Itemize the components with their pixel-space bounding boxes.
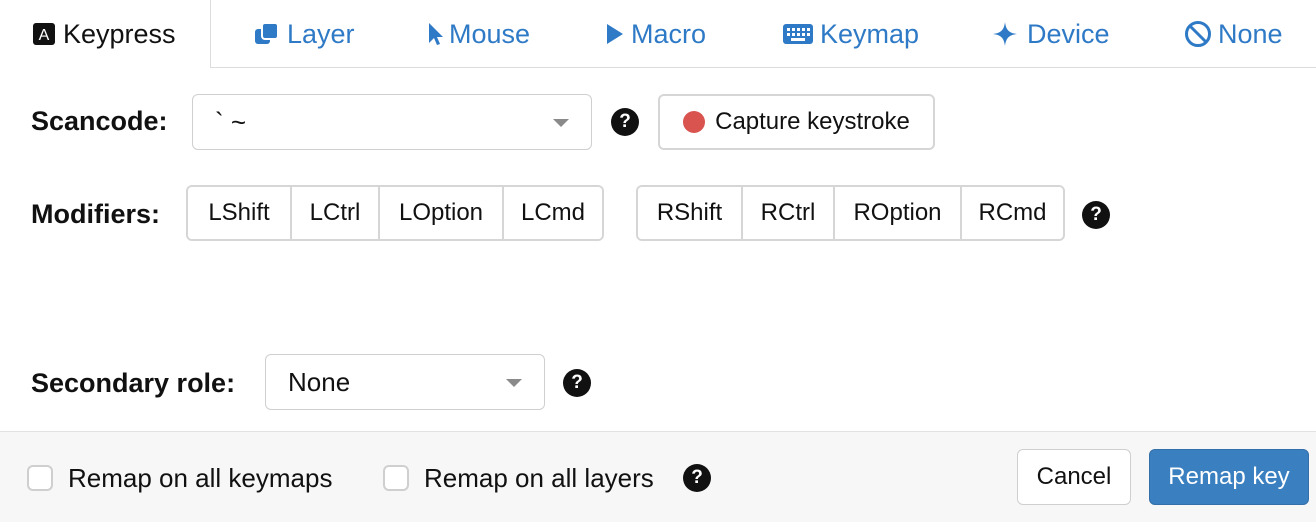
sparkle-icon [992, 21, 1018, 47]
tab-label: Mouse [449, 18, 531, 49]
secondary-role-value: None [288, 366, 351, 397]
tab-label: Keymap [820, 18, 920, 49]
modifiers-label: Modifiers: [31, 199, 161, 229]
cancel-button[interactable]: Cancel [1017, 449, 1131, 505]
secondary-role-label: Secondary role: [31, 368, 236, 398]
tab-label: Layer [287, 18, 355, 49]
tab-macro[interactable]: Macro [605, 0, 706, 68]
tab-mouse[interactable]: Mouse [427, 0, 530, 68]
modifier-lshift-button[interactable]: LShift [188, 187, 292, 239]
keyboard-icon [782, 23, 814, 45]
modifier-roption-button[interactable]: ROption [835, 187, 962, 239]
layer-icon [254, 21, 280, 47]
ban-icon [1184, 20, 1212, 48]
scancode-select[interactable]: ` ~ [192, 94, 592, 150]
scancode-label: Scancode: [31, 106, 168, 136]
play-icon [605, 22, 625, 46]
remap-all-keymaps-label: Remap on all keymaps [68, 463, 333, 493]
remap-layers-help-icon[interactable]: ? [683, 464, 711, 492]
tab-keypress[interactable]: A Keypress [0, 0, 211, 68]
modifier-lctrl-button[interactable]: LCtrl [292, 187, 380, 239]
remap-all-layers-label: Remap on all layers [424, 463, 654, 493]
modifier-rshift-button[interactable]: RShift [638, 187, 743, 239]
tab-label: None [1218, 18, 1283, 49]
modifier-lcmd-button[interactable]: LCmd [504, 187, 602, 239]
modifier-loption-button[interactable]: LOption [380, 187, 504, 239]
modifiers-help-icon[interactable]: ? [1082, 201, 1110, 229]
modifier-rcmd-button[interactable]: RCmd [962, 187, 1063, 239]
tab-label: Device [1027, 18, 1110, 49]
left-modifiers-group: LShift LCtrl LOption LCmd [186, 185, 604, 241]
tab-keymap[interactable]: Keymap [782, 0, 919, 68]
tab-none[interactable]: None [1184, 0, 1283, 68]
tab-label: Keypress [63, 18, 176, 49]
tab-bar: A Keypress Layer Mouse Macro Keymap Devi… [0, 0, 1316, 68]
keyboard-a-icon: A [32, 22, 56, 46]
right-modifiers-group: RShift RCtrl ROption RCmd [636, 185, 1065, 241]
chevron-down-icon [506, 379, 522, 387]
capture-keystroke-button[interactable]: Capture keystroke [658, 94, 935, 150]
tab-label: Macro [631, 18, 707, 49]
remap-key-button[interactable]: Remap key [1149, 449, 1309, 505]
dialog-footer: Remap on all keymaps Remap on all layers… [0, 431, 1316, 522]
secondary-role-select[interactable]: None [265, 354, 545, 410]
tab-device[interactable]: Device [992, 0, 1110, 68]
remap-all-keymaps-checkbox[interactable] [27, 465, 53, 491]
chevron-down-icon [553, 119, 569, 127]
mouse-pointer-icon [427, 21, 445, 47]
secondary-role-help-icon[interactable]: ? [563, 369, 591, 397]
svg-text:A: A [39, 27, 50, 44]
tab-layer[interactable]: Layer [254, 0, 355, 68]
scancode-value: ` ~ [215, 106, 247, 137]
capture-keystroke-label: Capture keystroke [715, 108, 910, 135]
scancode-help-icon[interactable]: ? [611, 108, 639, 136]
record-dot-icon [683, 111, 706, 133]
modifier-rctrl-button[interactable]: RCtrl [743, 187, 835, 239]
remap-all-layers-checkbox[interactable] [383, 465, 409, 491]
